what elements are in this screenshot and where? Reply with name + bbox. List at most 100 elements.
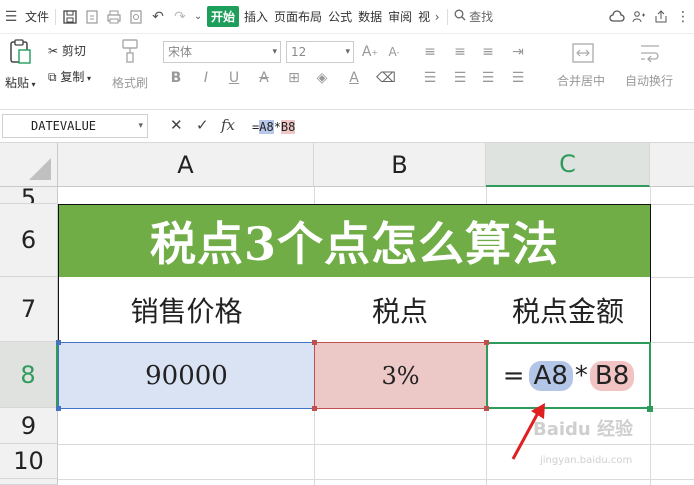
- font-size-value: 12: [291, 45, 307, 59]
- undo-icon[interactable]: ↶: [147, 0, 169, 34]
- tab-data[interactable]: 数据: [355, 0, 385, 34]
- copy-button[interactable]: ⧉ 复制 ▾: [48, 68, 91, 85]
- cell-a8-value[interactable]: 90000: [58, 342, 315, 409]
- merge-cells-icon[interactable]: [570, 40, 596, 66]
- align-right-icon[interactable]: ☰: [478, 68, 498, 88]
- align-top-icon[interactable]: ≡: [420, 42, 440, 62]
- clear-format-icon[interactable]: ⌫: [376, 68, 396, 88]
- baidu-watermark: Baidu 经验: [533, 419, 634, 440]
- cell-a7-header[interactable]: 销售价格: [58, 277, 315, 343]
- edit-ref-b: B8: [589, 360, 635, 391]
- format-painter-button[interactable]: 格式刷: [112, 74, 148, 91]
- bold-icon[interactable]: B: [166, 68, 186, 88]
- cell-b7-header[interactable]: 税点: [314, 277, 487, 343]
- tab-view[interactable]: 视: [415, 0, 430, 34]
- selection-handle[interactable]: [484, 340, 489, 345]
- italic-icon[interactable]: I: [196, 68, 216, 88]
- selection-handle[interactable]: [56, 406, 61, 411]
- cell-c7-header[interactable]: 税点金额: [486, 277, 651, 343]
- formula-input[interactable]: =A8*B8: [252, 117, 296, 137]
- justify-icon[interactable]: ☰: [508, 68, 528, 88]
- font-size-dropdown[interactable]: 12 ▾: [286, 41, 354, 63]
- tab-insert[interactable]: 插入: [241, 0, 271, 34]
- font-name-dropdown[interactable]: 宋体 ▾: [163, 41, 281, 63]
- indent-icon[interactable]: ⇥: [508, 42, 528, 62]
- gridline: [58, 444, 694, 445]
- tab-page-layout[interactable]: 页面布局: [271, 0, 325, 34]
- formula-ref-b: B8: [280, 120, 296, 134]
- share-icon[interactable]: [650, 0, 672, 34]
- chevron-down-icon: ▾: [272, 47, 277, 57]
- wrap-text-button[interactable]: 自动换行: [625, 72, 673, 89]
- collaborate-icon[interactable]: [628, 0, 650, 34]
- format-painter-icon[interactable]: [118, 38, 142, 64]
- export-icon[interactable]: [81, 0, 103, 34]
- chevron-down-icon[interactable]: ⌄: [191, 0, 205, 34]
- selection-handle[interactable]: [312, 340, 317, 345]
- search-icon: [454, 9, 466, 24]
- baidu-watermark-url: jingyan.baidu.com: [540, 455, 633, 466]
- borders-icon[interactable]: ⊞: [284, 68, 304, 88]
- chevron-down-icon: ▾: [138, 121, 143, 131]
- row-header-7[interactable]: 7: [0, 277, 58, 342]
- paste-button[interactable]: 粘贴 ▾: [5, 74, 36, 91]
- row-header-10[interactable]: 10: [0, 444, 58, 479]
- more-icon[interactable]: ⋮: [672, 0, 694, 34]
- select-all-corner[interactable]: [0, 143, 58, 187]
- decrease-font-icon[interactable]: A-: [384, 42, 404, 62]
- tab-formulas[interactable]: 公式: [325, 0, 355, 34]
- paste-icon[interactable]: [6, 38, 34, 66]
- tab-review[interactable]: 审阅: [385, 0, 415, 34]
- align-center-icon[interactable]: ☰: [450, 68, 470, 88]
- paste-label: 粘贴: [5, 76, 30, 90]
- underline-icon[interactable]: U: [224, 68, 244, 88]
- row-header-9[interactable]: 9: [0, 408, 58, 444]
- selection-handle[interactable]: [484, 406, 489, 411]
- wrap-text-icon[interactable]: [637, 40, 663, 66]
- confirm-icon[interactable]: ✓: [196, 116, 209, 134]
- separator: [447, 8, 449, 25]
- redo-icon[interactable]: ↷: [169, 0, 191, 34]
- file-menu[interactable]: 文件: [22, 0, 52, 34]
- menu-bar: ☰ 文件 ↶ ↷ ⌄ 开始 插入 页面布局 公式 数据 审阅 视 › 查找 ⋮: [0, 0, 694, 34]
- strikethrough-icon[interactable]: A: [254, 68, 274, 88]
- selection-handle[interactable]: [56, 340, 61, 345]
- copy-label: 复制: [60, 70, 85, 84]
- row-header-8[interactable]: 8: [0, 342, 58, 408]
- chevron-right-icon[interactable]: ›: [430, 0, 444, 34]
- cut-button[interactable]: ✂ 剪切: [48, 42, 86, 59]
- edit-prefix: =: [502, 360, 525, 391]
- title-cell[interactable]: 税点3个点怎么算法: [58, 204, 651, 278]
- chevron-down-icon: ▾: [345, 47, 350, 57]
- name-box[interactable]: DATEVALUE ▾: [2, 114, 148, 138]
- cell-b8-value[interactable]: 3%: [314, 342, 487, 409]
- increase-font-icon[interactable]: A +: [360, 42, 380, 62]
- column-header-d[interactable]: [650, 143, 694, 187]
- separator: [55, 8, 57, 25]
- search-button[interactable]: 查找: [451, 0, 496, 34]
- cell-c8-editing[interactable]: = A8 * B8: [486, 342, 651, 409]
- column-header-c[interactable]: C: [486, 143, 650, 187]
- cancel-icon[interactable]: ✕: [170, 116, 183, 134]
- hamburger-menu-icon[interactable]: ☰: [0, 0, 22, 34]
- tab-home[interactable]: 开始: [207, 6, 240, 27]
- print-preview-icon[interactable]: [125, 0, 147, 34]
- font-color-icon[interactable]: A: [344, 68, 364, 88]
- align-left-icon[interactable]: ☰: [420, 68, 440, 88]
- print-icon[interactable]: [103, 0, 125, 34]
- align-bottom-icon[interactable]: ≡: [478, 42, 498, 62]
- row-header-11[interactable]: [0, 479, 58, 485]
- insert-function-button[interactable]: fx: [221, 116, 235, 134]
- align-middle-icon[interactable]: ≡: [450, 42, 470, 62]
- fill-color-icon[interactable]: ◈: [312, 68, 332, 88]
- save-icon[interactable]: [59, 0, 81, 34]
- column-header-a[interactable]: A: [58, 143, 314, 187]
- fill-handle[interactable]: [647, 406, 653, 412]
- merge-center-button[interactable]: 合并居中: [557, 72, 605, 89]
- ribbon-toolbar: 粘贴 ▾ ✂ 剪切 ⧉ 复制 ▾ 格式刷 宋体 ▾ 12 ▾ A + A- B I…: [0, 34, 694, 110]
- cloud-sync-icon[interactable]: [606, 0, 628, 34]
- selection-handle[interactable]: [312, 406, 317, 411]
- column-header-b[interactable]: B: [314, 143, 486, 187]
- row-header-5[interactable]: 5: [0, 187, 58, 204]
- row-header-6[interactable]: 6: [0, 204, 58, 277]
